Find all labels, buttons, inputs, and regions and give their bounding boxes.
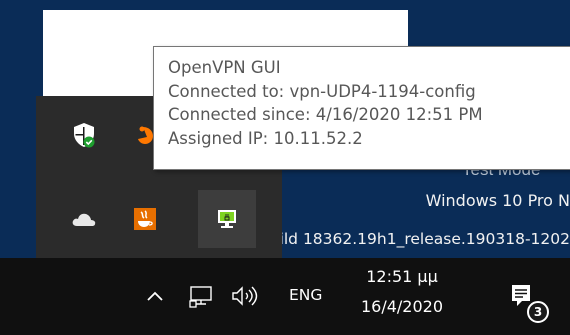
windows-security-icon bbox=[74, 123, 95, 148]
input-language-indicator[interactable]: ENG bbox=[289, 286, 322, 304]
tooltip-app-name: OpenVPN GUI bbox=[168, 58, 281, 77]
speaker-icon bbox=[232, 286, 258, 306]
network-icon bbox=[189, 286, 212, 308]
onedrive-tray-item[interactable] bbox=[63, 198, 105, 240]
tooltip-assigned-ip: Assigned IP: 10.11.52.2 bbox=[168, 128, 363, 148]
network-tray-button[interactable] bbox=[188, 283, 216, 309]
tooltip-connected-to: Connected to: vpn-UDP4-1194-config bbox=[168, 81, 476, 101]
clock-date: 16/4/2020 bbox=[360, 297, 444, 316]
volume-tray-button[interactable] bbox=[229, 283, 261, 309]
chevron-up-icon bbox=[147, 291, 163, 301]
watermark-edition: Windows 10 Pro N bbox=[425, 191, 570, 210]
clock-time: 12:51 μμ bbox=[366, 267, 438, 286]
taskbar bbox=[0, 258, 570, 335]
watermark-build: Build 18362.19h1_release.190318-1202 bbox=[259, 230, 570, 248]
java-update-tray-item[interactable] bbox=[124, 198, 166, 240]
show-hidden-icons-button[interactable] bbox=[143, 284, 167, 308]
java-update-icon bbox=[134, 208, 156, 230]
openvpn-tooltip: OpenVPN GUI Connected to: vpn-UDP4-1194-… bbox=[153, 46, 570, 170]
notification-count-badge: 3 bbox=[527, 301, 549, 323]
onedrive-icon bbox=[72, 213, 96, 226]
tooltip-connected-since: Connected since: 4/16/2020 12:51 PM bbox=[168, 105, 483, 124]
openvpn-icon bbox=[218, 210, 236, 228]
openvpn-tray-item[interactable] bbox=[198, 190, 256, 248]
windows-security-tray-item[interactable] bbox=[63, 114, 105, 156]
taskbar-clock[interactable]: 12:51 μμ 16/4/2020 bbox=[347, 262, 457, 322]
